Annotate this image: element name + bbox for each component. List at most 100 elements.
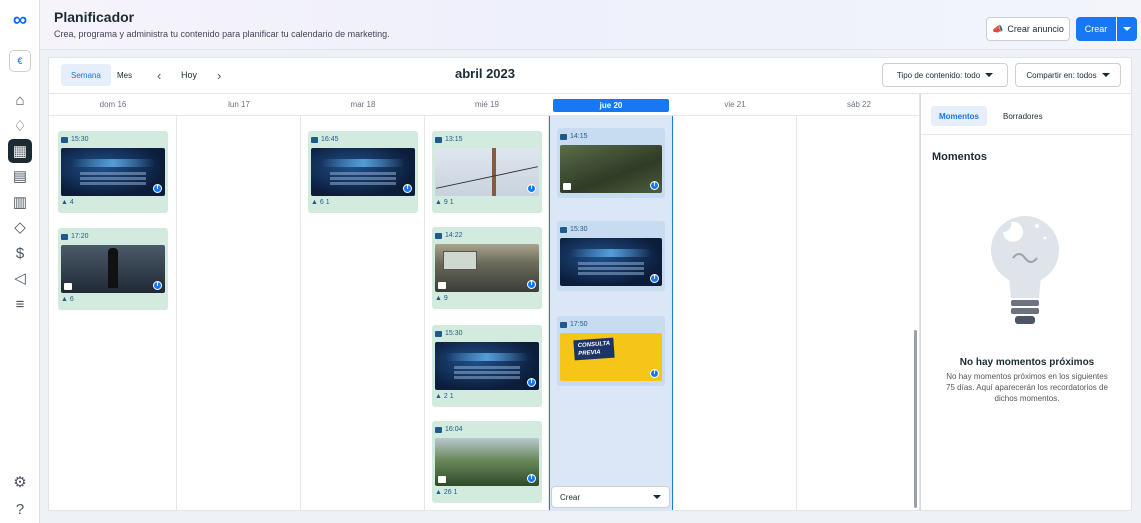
create-dropdown[interactable]: Crear: [551, 486, 670, 508]
facebook-icon: f: [650, 369, 659, 378]
post-time: 17:50: [570, 321, 588, 328]
content-type-label: Tipo de contenido: todo: [896, 70, 981, 80]
like-icon: ▲: [435, 199, 442, 206]
page-header: Planificador Crea, programa y administra…: [40, 0, 1141, 50]
divider: [921, 134, 1133, 135]
scheduled-post[interactable]: 15:30 f ▲ 4: [58, 131, 168, 213]
carousel-icon: [64, 283, 72, 290]
empty-title: No hay momentos próximos: [959, 357, 1095, 368]
create-menu-button[interactable]: [1117, 17, 1137, 41]
like-icon: ▲: [61, 199, 68, 206]
post-time: 15:30: [71, 136, 89, 143]
settings-icon[interactable]: ⚙: [8, 470, 32, 494]
post-badge: CONSULTA PREVIA: [573, 337, 616, 361]
content-icon[interactable]: ▤: [8, 164, 32, 188]
scheduled-post[interactable]: 14:15 f: [557, 128, 665, 198]
post-icon: [61, 136, 68, 143]
post-time: 17:20: [71, 233, 89, 240]
post-stats: 6 1: [319, 199, 330, 206]
facebook-icon: f: [650, 274, 659, 283]
post-thumbnail: f: [435, 342, 539, 390]
content-type-filter[interactable]: Tipo de contenido: todo: [882, 63, 1008, 87]
week-calendar: dom 16 lun 17 mar 18 mié 19 jue 20 vie 2…: [48, 93, 920, 511]
meta-logo-icon[interactable]: ∞: [8, 8, 32, 32]
like-icon: ▲: [435, 489, 442, 496]
help-icon[interactable]: ?: [8, 497, 32, 521]
next-week-button[interactable]: ›: [207, 64, 231, 86]
scheduled-post[interactable]: 16:45 f ▲ 6 1: [308, 131, 418, 213]
page-title: Planificador: [54, 9, 135, 25]
scheduled-post[interactable]: 17:20 f ▲ 6: [58, 228, 168, 310]
chevron-down-icon: [653, 495, 661, 499]
scheduled-post[interactable]: 17:50 CONSULTA PREVIA f: [557, 316, 665, 386]
today-label: jue 20: [553, 99, 669, 112]
calendar-toolbar: Semana Mes ‹ Hoy › abril 2023 Tipo de co…: [48, 57, 1132, 93]
day-column-wed[interactable]: 13:15 f ▲ 9 1 14:22 f ▲ 9 15:30 f ▲ 2 1 …: [425, 116, 549, 510]
post-time: 13:15: [445, 136, 463, 143]
left-nav-rail: ∞ € ⌂ ♢ ▦ ▤ ▥ ◇ $ ◁ ≡ ⚙ ?: [0, 0, 40, 523]
tab-drafts[interactable]: Borradores: [995, 106, 1051, 126]
post-thumbnail: f: [435, 244, 539, 292]
notifications-icon[interactable]: ♢: [8, 114, 32, 138]
day-column-thu-today[interactable]: 14:15 f 15:30 f 17:50 CONSULTA PREVIA f: [549, 116, 673, 510]
post-stats: 2 1: [443, 393, 454, 400]
home-icon[interactable]: ⌂: [8, 88, 32, 112]
chevron-down-icon: [1123, 27, 1131, 31]
monetization-icon[interactable]: $: [8, 241, 32, 265]
today-button[interactable]: Hoy: [171, 64, 207, 86]
tab-moments[interactable]: Momentos: [931, 106, 987, 126]
month-view-toggle[interactable]: Mes: [107, 64, 142, 86]
chevron-down-icon: [985, 73, 994, 77]
carousel-icon: [438, 282, 446, 289]
lightbulb-icon: [991, 216, 1059, 324]
scheduled-post[interactable]: 15:30 f: [557, 221, 665, 291]
post-thumbnail: f: [435, 148, 539, 196]
moments-panel: Momentos Borradores Momentos No hay mome…: [920, 93, 1133, 511]
post-thumbnail: f: [61, 245, 165, 293]
post-thumbnail: f: [560, 238, 662, 286]
scheduled-post[interactable]: 16:04 f ▲ 26 1: [432, 421, 542, 503]
scheduled-post[interactable]: 13:15 f ▲ 9 1: [432, 131, 542, 213]
post-stats: 4: [69, 199, 74, 206]
facebook-icon: f: [527, 474, 536, 483]
post-stats: 9: [443, 295, 448, 302]
page-subtitle: Crea, programa y administra tu contenido…: [54, 29, 390, 39]
day-column-sun[interactable]: 15:30 f ▲ 4 17:20 f ▲ 6: [49, 116, 177, 510]
week-view-toggle[interactable]: Semana: [61, 64, 111, 86]
create-dropdown-label: Crear: [560, 492, 581, 502]
share-filter[interactable]: Compartir en: todos: [1015, 63, 1121, 87]
post-time: 15:30: [445, 330, 463, 337]
day-column-tue[interactable]: 16:45 f ▲ 6 1: [301, 116, 425, 510]
insights-icon[interactable]: ▥: [8, 190, 32, 214]
chevron-down-icon: [1101, 73, 1110, 77]
facebook-icon: f: [527, 280, 536, 289]
day-column-sat[interactable]: [797, 116, 919, 510]
post-stats: 26 1: [443, 489, 458, 496]
previous-week-button[interactable]: ‹: [147, 64, 171, 86]
create-ad-button[interactable]: 📣 Crear anuncio: [986, 17, 1070, 41]
month-title: abril 2023: [455, 66, 515, 81]
page-avatar-icon[interactable]: €: [9, 50, 31, 72]
day-column-fri[interactable]: [673, 116, 797, 510]
post-icon: [560, 133, 567, 140]
planner-icon[interactable]: ▦: [8, 139, 32, 163]
scheduled-post[interactable]: 14:22 f ▲ 9: [432, 227, 542, 309]
engagement-icon[interactable]: ◇: [8, 215, 32, 239]
post-icon: [435, 426, 442, 433]
scheduled-post[interactable]: 15:30 f ▲ 2 1: [432, 325, 542, 407]
menu-icon[interactable]: ≡: [8, 292, 32, 316]
carousel-icon: [438, 476, 446, 483]
ads-icon[interactable]: ◁: [8, 266, 32, 290]
post-stats: 9 1: [443, 199, 454, 206]
day-header-today: jue 20: [549, 94, 673, 116]
day-column-mon[interactable]: [177, 116, 301, 510]
post-thumbnail: f: [311, 148, 415, 196]
create-button[interactable]: Crear: [1076, 17, 1116, 41]
day-header: vie 21: [673, 94, 797, 116]
post-icon: [560, 226, 567, 233]
calendar-scrollbar[interactable]: [914, 330, 917, 508]
day-header: lun 17: [177, 94, 301, 116]
empty-text: No hay momentos próximos en los siguient…: [946, 372, 1108, 403]
day-header: dom 16: [49, 94, 177, 116]
post-time: 14:15: [570, 133, 588, 140]
